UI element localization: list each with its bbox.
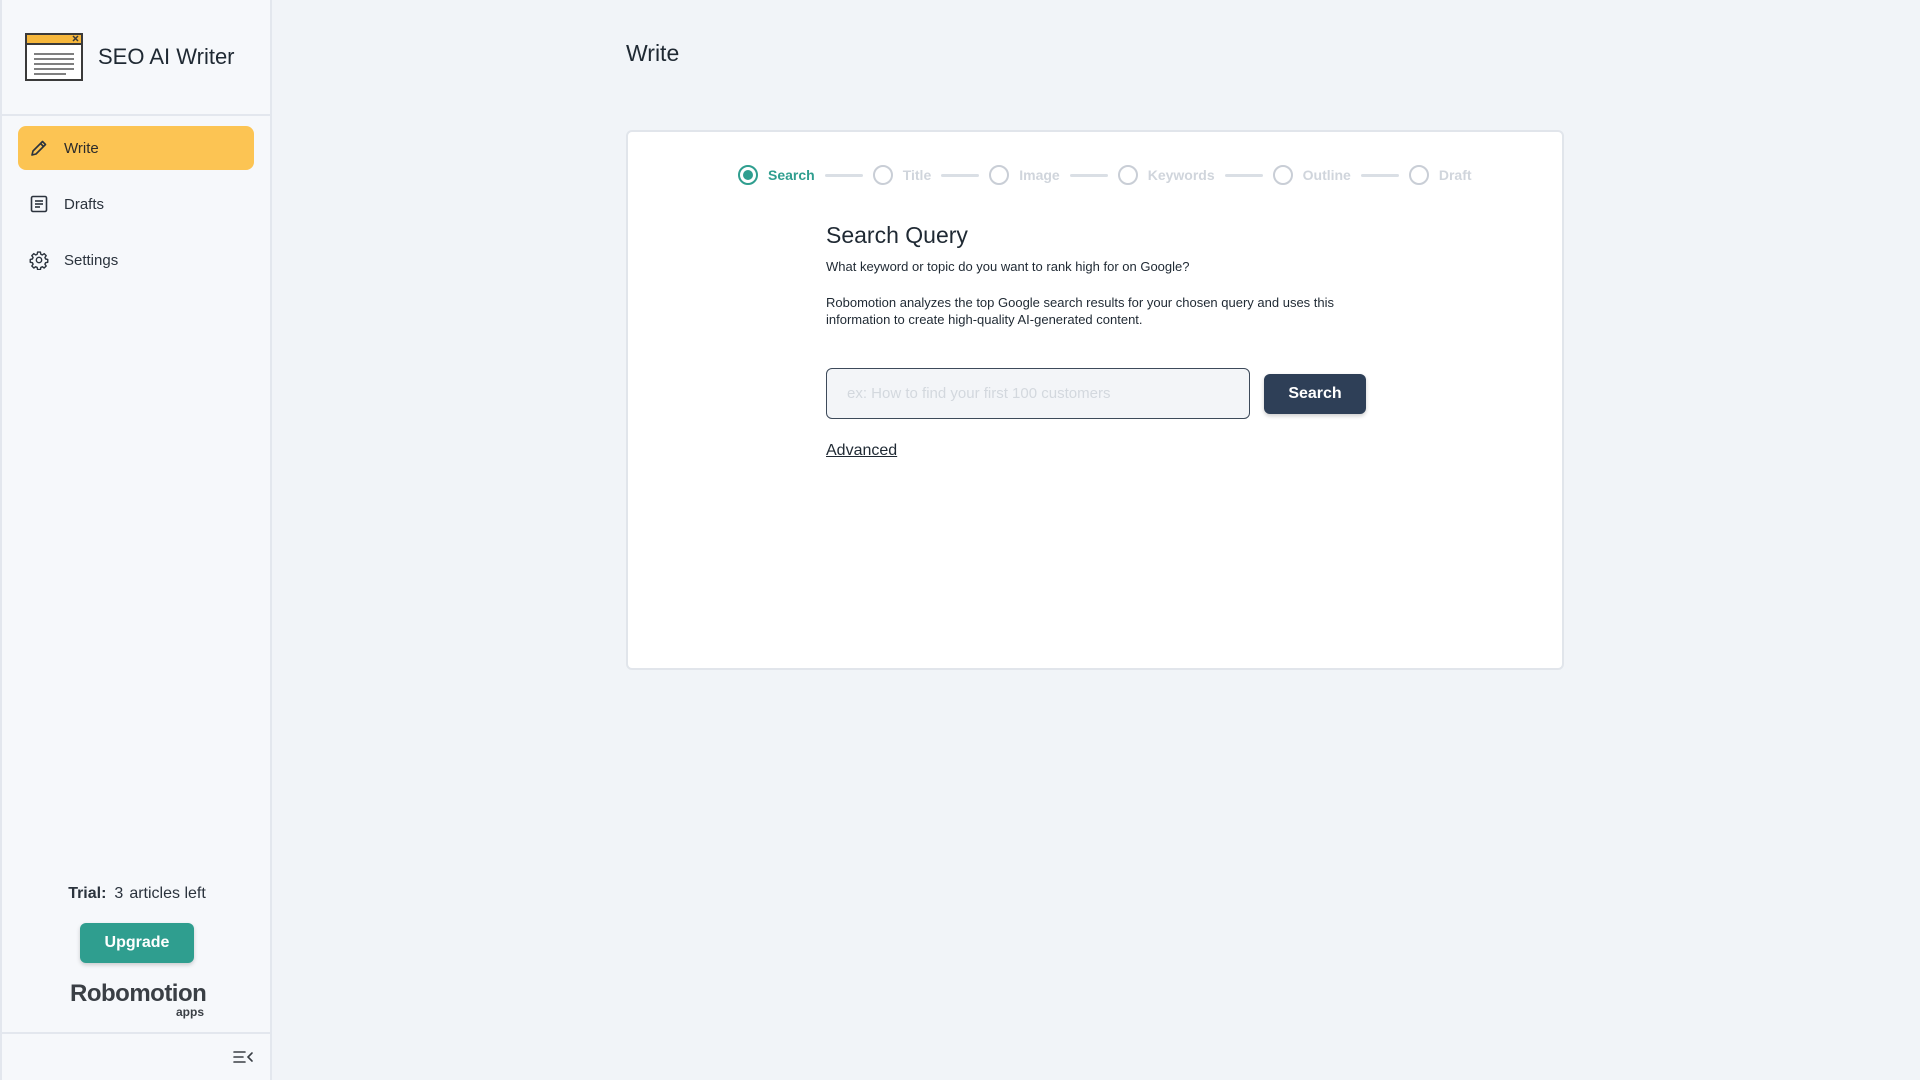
- document-list-icon: [28, 193, 50, 215]
- step-connector: [1360, 173, 1399, 177]
- sidebar-item-label: Write: [64, 139, 99, 157]
- app-name: SEO AI Writer: [98, 44, 235, 69]
- collapse-menu-icon[interactable]: [232, 1046, 254, 1068]
- step-image[interactable]: Image: [989, 165, 1060, 185]
- write-wizard-card: Search Title Image Keywords Outline Draf…: [626, 130, 1564, 670]
- pencil-icon: [28, 137, 50, 159]
- search-button[interactable]: Search: [1264, 373, 1366, 414]
- sidebar-footer: [2, 1032, 272, 1080]
- trial-count: 3: [114, 885, 124, 902]
- brand-header: SEO AI Writer: [2, 0, 270, 116]
- gear-icon: [28, 249, 50, 271]
- step-label: Title: [902, 167, 932, 183]
- step-connector: [1224, 173, 1263, 177]
- sidebar: SEO AI Writer Write Drafts Settings Tria…: [0, 0, 272, 1080]
- upgrade-button[interactable]: Upgrade: [80, 923, 194, 963]
- trial-suffix: articles left: [129, 885, 206, 902]
- step-connector: [1069, 173, 1108, 177]
- document-window-icon: [24, 32, 84, 82]
- sidebar-nav: Write Drafts Settings: [2, 116, 270, 282]
- sidebar-item-drafts[interactable]: Drafts: [18, 182, 254, 226]
- search-row: Search: [826, 368, 1386, 419]
- search-query-form: Search Query What keyword or topic do yo…: [826, 222, 1386, 460]
- robomotion-logo-word: Robomotion: [70, 980, 207, 1007]
- form-description: Robomotion analyzes the top Google searc…: [826, 295, 1335, 327]
- step-radio-icon: [1272, 165, 1293, 185]
- sidebar-item-label: Drafts: [64, 195, 105, 213]
- step-label: Draft: [1438, 167, 1472, 183]
- step-label: Image: [1019, 167, 1060, 183]
- step-keywords[interactable]: Keywords: [1117, 165, 1215, 185]
- step-search[interactable]: Search: [738, 165, 815, 185]
- trial-status: Trial: 3 articles left: [2, 885, 272, 903]
- sidebar-item-label: Settings: [64, 251, 119, 269]
- step-label: Outline: [1302, 167, 1351, 183]
- step-radio-icon: [872, 165, 893, 185]
- page-title: Write: [626, 40, 680, 66]
- advanced-link[interactable]: Advanced: [826, 442, 897, 460]
- step-label: Keywords: [1147, 167, 1215, 183]
- step-connector: [941, 173, 980, 177]
- step-outline[interactable]: Outline: [1272, 165, 1351, 185]
- step-radio-icon: [1117, 165, 1138, 185]
- trial-label: Trial:: [68, 885, 107, 902]
- step-draft[interactable]: Draft: [1408, 165, 1472, 185]
- form-title: Search Query: [826, 222, 968, 248]
- robomotion-logo-sub: apps: [175, 1005, 204, 1019]
- step-label: Search: [768, 167, 815, 183]
- step-title[interactable]: Title: [872, 165, 932, 185]
- sidebar-item-write[interactable]: Write: [18, 126, 254, 170]
- search-query-input[interactable]: [826, 368, 1250, 419]
- sidebar-item-settings[interactable]: Settings: [18, 238, 254, 282]
- robomotion-logo: Robomotion apps: [70, 980, 207, 1019]
- step-radio-icon: [989, 165, 1010, 185]
- form-question: What keyword or topic do you want to ran…: [826, 259, 1190, 274]
- step-radio-icon: [738, 165, 758, 185]
- step-radio-icon: [1408, 165, 1429, 185]
- stepper: Search Title Image Keywords Outline Draf…: [738, 165, 1472, 185]
- step-connector: [824, 173, 863, 177]
